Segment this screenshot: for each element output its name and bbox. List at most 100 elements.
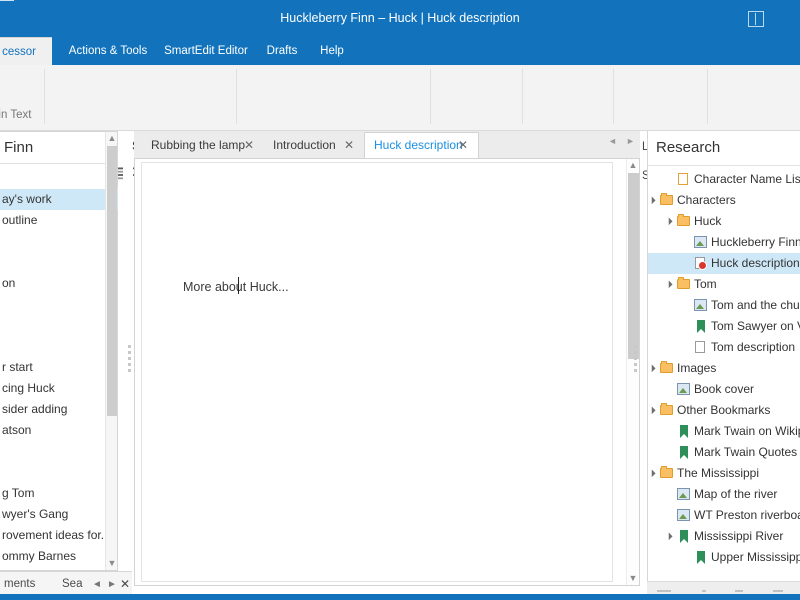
research-tree-label: The Mississippi — [677, 466, 760, 480]
research-tree-label: Huck description — [711, 256, 800, 270]
folder-icon — [660, 463, 674, 484]
bottom-nav-prev-icon[interactable]: ◄ — [92, 579, 102, 590]
research-bottom-tab-1[interactable] — [657, 590, 671, 592]
research-tree-label: Mississippi River — [694, 529, 784, 543]
bottom-nav-next-icon[interactable]: ► — [107, 579, 117, 590]
restore-window-icon[interactable] — [748, 11, 764, 27]
research-tree-node[interactable]: Tom description — [648, 337, 800, 358]
document-tab-label: Rubbing the lamp — [151, 138, 246, 152]
document-tab-label: Huck description — [374, 138, 463, 152]
document-editor[interactable]: More about Huck... ▲ ▼ — [134, 158, 640, 586]
binder-list-item[interactable] — [0, 294, 118, 315]
document-page[interactable]: More about Huck... — [141, 162, 613, 582]
document-tab-label: Introduction — [273, 138, 336, 152]
binder-list-item[interactable]: on — [0, 273, 118, 294]
research-tree-node[interactable]: ◢ Tom — [648, 274, 800, 295]
research-tree-node[interactable]: Huck description — [648, 253, 800, 274]
scroll-up-icon[interactable]: ▲ — [106, 132, 118, 145]
doc-tab-introduction[interactable]: Introduction ✕ — [264, 133, 364, 158]
research-tree-node[interactable]: Huckleberry Finn — [648, 232, 800, 253]
binder-item-list[interactable]: ay's work outline on r start cing Huck sider … — [0, 165, 118, 570]
research-tree-node[interactable]: ◢ The Mississippi — [648, 463, 800, 484]
research-tree-node[interactable]: ◢ Characters — [648, 190, 800, 211]
scroll-up-icon[interactable]: ▲ — [627, 159, 639, 172]
ribbon-separator — [236, 69, 237, 124]
scroll-down-icon[interactable]: ▼ — [627, 572, 639, 585]
bottom-tab-documents[interactable]: ments — [4, 578, 35, 590]
binder-list-item[interactable]: r start — [0, 357, 118, 378]
research-tree-node[interactable]: ◢ Mississippi River — [648, 526, 800, 547]
binder-list-item[interactable]: atson — [0, 420, 118, 441]
binder-scroll-thumb[interactable] — [107, 146, 117, 416]
folder-icon — [660, 190, 674, 211]
binder-list-item[interactable]: g Tom — [0, 483, 118, 504]
document-icon — [694, 337, 708, 358]
research-tree-label: Tom Sawyer on V — [711, 319, 800, 333]
tab-scroll-next-icon[interactable]: ► — [626, 136, 635, 146]
binder-list-item[interactable] — [0, 168, 118, 189]
ribbon-separator — [707, 69, 708, 124]
research-tree-node[interactable]: ◢ Images — [648, 358, 800, 379]
doc-tab-rubbing-the-lamp[interactable]: Rubbing the lamp ✕ — [142, 133, 264, 158]
research-tree-node[interactable]: ◢ Other Bookmarks — [648, 400, 800, 421]
doc-tab-huck-description[interactable]: Huck description ✕ — [364, 132, 479, 158]
research-bottom-tab-3[interactable] — [735, 590, 743, 592]
research-bottom-tab-2[interactable] — [702, 590, 706, 592]
binder-list-item[interactable] — [0, 231, 118, 252]
left-splitter-handle[interactable] — [126, 345, 133, 375]
tab-word-processor[interactable]: cessor — [0, 37, 52, 65]
research-tree-node[interactable]: Character Name List — [648, 169, 800, 190]
bookmark-icon — [677, 442, 691, 463]
binder-list-item[interactable] — [0, 315, 118, 336]
document-body-text[interactable]: More about Huck... — [183, 280, 289, 294]
binder-list-item[interactable]: cing Huck — [0, 378, 118, 399]
research-tree-label: Other Bookmarks — [677, 403, 771, 417]
bottom-tab-search[interactable]: Sea — [62, 578, 82, 590]
binder-list-item[interactable]: ommy Barnes — [0, 546, 118, 567]
tab-help[interactable]: Help — [300, 37, 364, 65]
research-tree-label: Book cover — [694, 382, 755, 396]
binder-list-item[interactable] — [0, 462, 118, 483]
folder-icon — [660, 358, 674, 379]
plain-text-button-label[interactable]: ain Text — [0, 109, 31, 121]
research-tree-node[interactable]: Mark Twain Quotes — [648, 442, 800, 463]
document-tab-bar: Rubbing the lamp ✕ Introduction ✕ Huck descr… — [134, 131, 640, 158]
image-icon — [677, 505, 691, 526]
research-bottom-tab-4[interactable] — [773, 590, 783, 592]
binder-list-item[interactable]: wyer's Gang — [0, 504, 118, 525]
scroll-down-icon[interactable]: ▼ — [106, 557, 118, 570]
research-tree-node[interactable]: Tom and the chu — [648, 295, 800, 316]
binder-list-item[interactable]: sider adding — [0, 399, 118, 420]
research-tree-node[interactable]: Book cover — [648, 379, 800, 400]
title-bar: Huckleberry Finn – Huck | Huck descripti… — [0, 0, 800, 37]
right-splitter-handle[interactable] — [632, 345, 639, 375]
tab-scroll-prev-icon[interactable]: ◄ — [608, 136, 617, 146]
close-icon[interactable]: ✕ — [458, 133, 468, 158]
research-tree-node[interactable]: Mark Twain on Wikip — [648, 421, 800, 442]
research-pane: Research Character Name List ◢ Characters ◢… — [647, 131, 800, 581]
document-outline-icon — [677, 169, 691, 190]
research-tree-label: Huck — [694, 214, 722, 228]
research-tree[interactable]: Character Name List ◢ Characters ◢ Huck Huckl… — [648, 166, 800, 581]
research-tree-node[interactable]: Map of the river — [648, 484, 800, 505]
research-tree-node[interactable]: ◢ Huck — [648, 211, 800, 232]
binder-scrollbar[interactable]: ▲ ▼ — [105, 132, 117, 570]
editor-scroll-thumb[interactable] — [628, 173, 639, 359]
binder-list-item[interactable] — [0, 252, 118, 273]
research-tree-node[interactable]: Upper Mississippi — [648, 547, 800, 568]
binder-list-item[interactable]: rovement ideas for... — [0, 525, 118, 546]
binder-list-item[interactable]: outline — [0, 210, 118, 231]
ribbon-tab-strip: cessor Actions & Tools SmartEdit Editor Dra… — [0, 37, 800, 65]
close-icon[interactable]: ✕ — [244, 133, 254, 158]
ribbon-separator — [430, 69, 431, 124]
close-icon[interactable]: ✕ — [344, 133, 354, 158]
binder-list-item[interactable] — [0, 336, 118, 357]
bottom-nav-close-icon[interactable]: ✕ — [120, 577, 130, 591]
ribbon-separator — [613, 69, 614, 124]
research-tree-node[interactable]: Tom Sawyer on V — [648, 316, 800, 337]
binder-list-item[interactable] — [0, 441, 118, 462]
research-tree-node[interactable]: WT Preston riverboa — [648, 505, 800, 526]
binder-list-item[interactable]: ay's work — [0, 189, 118, 210]
tab-smartedit-editor[interactable]: SmartEdit Editor — [148, 37, 264, 65]
bookmark-icon — [677, 421, 691, 442]
